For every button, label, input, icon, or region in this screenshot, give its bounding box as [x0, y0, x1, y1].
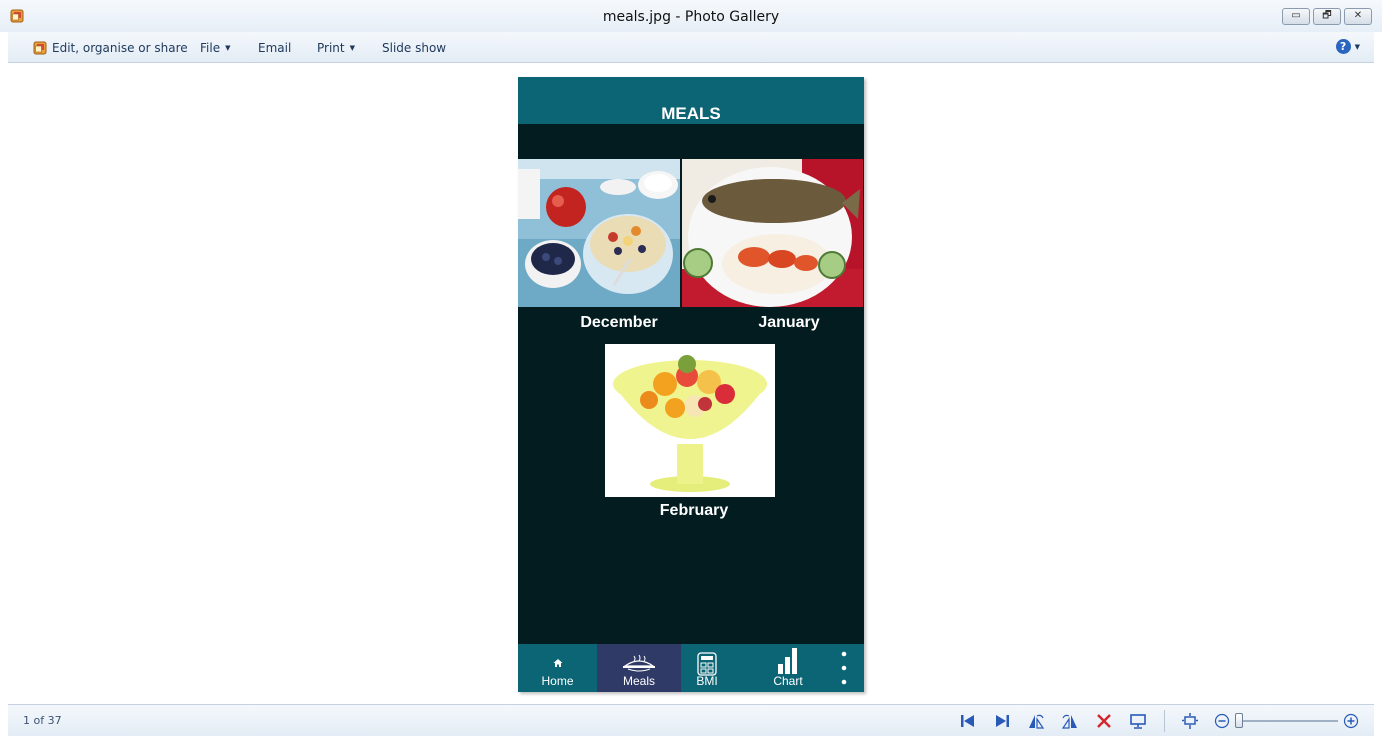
fruit-salad-image: [605, 344, 775, 497]
meal-tile-january: [682, 159, 863, 307]
app-header: MEALS: [518, 77, 864, 124]
meal-tile-label-january: January: [758, 314, 820, 331]
edit-organise-share-button[interactable]: Edit, organise or share: [33, 41, 188, 55]
nav-item-more: [834, 644, 854, 692]
dish-icon: [623, 654, 655, 672]
status-divider: [1164, 710, 1165, 732]
chevron-down-icon: ▼: [225, 44, 231, 52]
previous-icon[interactable]: [959, 712, 977, 730]
home-icon: [553, 659, 562, 667]
file-label: File: [200, 41, 221, 55]
help-icon: ?: [1335, 39, 1351, 54]
app-title: MEALS: [661, 104, 721, 123]
photo-gallery-icon: [33, 41, 47, 55]
edit-label: Edit, organise or share: [52, 41, 188, 55]
help-button[interactable]: ? ▼: [1335, 39, 1360, 54]
more-vertical-icon: [841, 651, 847, 685]
meal-tile-february: [605, 344, 775, 497]
nav-item-chart: Chart: [733, 644, 843, 692]
meal-tile-december: [518, 159, 680, 307]
file-menu[interactable]: File ▼: [200, 41, 230, 55]
zoom-out-icon[interactable]: [1213, 712, 1231, 730]
print-label: Print: [317, 41, 345, 55]
window-title: meals.jpg - Photo Gallery: [602, 9, 780, 25]
fit-to-window-icon[interactable]: [1181, 712, 1199, 730]
close-button[interactable]: ✕: [1344, 8, 1372, 25]
slide-show-button[interactable]: Slide show: [382, 41, 446, 55]
minimize-button[interactable]: ▭: [1282, 8, 1310, 25]
grilled-fish-image: [682, 159, 863, 307]
zoom-slider-track[interactable]: [1242, 720, 1338, 722]
restore-button[interactable]: 🗗: [1313, 8, 1341, 25]
nav-label-chart: Chart: [773, 674, 803, 688]
zoom-slider-thumb[interactable]: [1235, 713, 1243, 728]
email-label: Email: [258, 41, 292, 55]
email-button[interactable]: Email: [258, 41, 291, 55]
nav-label-bmi: BMI: [696, 674, 718, 688]
rotate-left-icon[interactable]: [1027, 712, 1045, 730]
nav-item-home: Home: [518, 644, 597, 692]
nav-item-meals: Meals: [597, 644, 681, 692]
app-bottom-nav: Home Meals BMI Chart: [518, 644, 864, 692]
photo-counter: 1 of 37: [23, 714, 62, 727]
chevron-down-icon: ▼: [349, 44, 355, 52]
chevron-down-icon: ▼: [1354, 42, 1360, 51]
calculator-icon: [697, 652, 717, 676]
zoom-in-icon[interactable]: [1342, 712, 1360, 730]
delete-icon[interactable]: [1095, 712, 1113, 730]
nav-item-bmi: BMI: [681, 644, 733, 692]
status-bar: 1 of 37: [8, 704, 1374, 736]
print-menu[interactable]: Print ▼: [317, 41, 355, 55]
next-icon[interactable]: [993, 712, 1011, 730]
photo-meals: MEALS December January February Home Mea…: [518, 77, 864, 692]
bar-chart-icon: [778, 648, 797, 674]
meal-tile-label-december: December: [580, 314, 658, 331]
meal-tile-label-february: February: [659, 502, 729, 519]
nav-label-home: Home: [541, 674, 574, 688]
rotate-right-icon[interactable]: [1061, 712, 1079, 730]
slideshow-icon[interactable]: [1129, 712, 1147, 730]
command-bar: Edit, organise or share File ▼ Email Pri…: [8, 32, 1374, 63]
nav-label-meals: Meals: [622, 674, 655, 688]
slide-show-label: Slide show: [382, 41, 447, 55]
breakfast-image: [518, 159, 680, 307]
title-bar: meals.jpg - Photo Gallery ▭ 🗗 ✕: [0, 0, 1382, 32]
